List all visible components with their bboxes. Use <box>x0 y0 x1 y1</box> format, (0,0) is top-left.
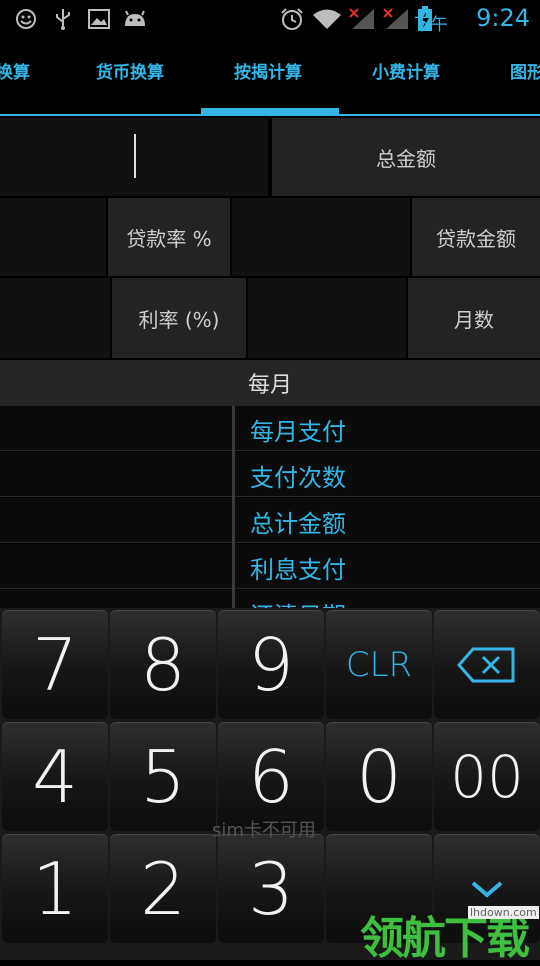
section-title: 每月 <box>0 360 540 406</box>
tab-graph[interactable]: 图形 <box>510 58 540 83</box>
interest-rate-input[interactable] <box>0 278 110 358</box>
result-row: 总计金额 <box>0 498 540 543</box>
key-0[interactable]: 0 <box>326 722 432 831</box>
loan-row: 贷款率 % 贷款金额 <box>0 198 540 276</box>
sim-unavailable-text: sim卡不可用 <box>212 820 316 841</box>
key-3[interactable]: 3 <box>218 834 324 943</box>
key-00[interactable]: 00 <box>434 722 540 831</box>
result-label: 支付次数 <box>250 464 346 492</box>
tab-conversion[interactable]: 换算 <box>0 58 30 83</box>
loan-rate-label: 贷款率 % <box>108 198 230 276</box>
key-7[interactable]: 7 <box>2 610 108 719</box>
loan-amount-input[interactable] <box>232 198 410 276</box>
result-label: 总计金额 <box>250 510 346 538</box>
total-amount-label: 总金额 <box>272 118 540 196</box>
loan-rate-input[interactable] <box>0 198 106 276</box>
key-2[interactable]: 2 <box>110 834 216 943</box>
chevron-down-icon <box>471 880 503 898</box>
result-row: 每月支付 <box>0 406 540 451</box>
clear-button[interactable]: CLR <box>326 610 432 719</box>
key-9[interactable]: 9 <box>218 610 324 719</box>
results-divider <box>232 406 235 610</box>
loan-amount-label: 贷款金额 <box>412 198 540 276</box>
usb-icon <box>52 8 74 30</box>
backspace-icon <box>457 647 515 682</box>
interest-row: 利率 (%) 月数 <box>0 278 540 358</box>
tab-bar: 换算 货币换算 按揭计算 小费计算 图形 <box>0 38 540 116</box>
status-time: 9:24 <box>476 4 530 32</box>
key-6[interactable]: 6 <box>218 722 324 831</box>
signal-icon <box>348 8 376 30</box>
result-label: 利息支付 <box>250 556 346 584</box>
backspace-button[interactable] <box>434 610 540 719</box>
status-bar: 下午 9:24 <box>0 0 540 38</box>
tab-mortgage[interactable]: 按揭计算 <box>234 58 302 83</box>
wifi-icon <box>312 8 342 30</box>
key-8[interactable]: 8 <box>110 610 216 719</box>
result-label: 每月支付 <box>250 418 346 446</box>
months-input[interactable] <box>248 278 406 358</box>
interest-rate-label: 利率 (%) <box>112 278 246 358</box>
android-icon <box>122 8 148 30</box>
tab-currency[interactable]: 货币换算 <box>96 58 164 83</box>
text-cursor <box>134 134 136 178</box>
total-amount-row: 总金额 <box>0 118 540 196</box>
key-4[interactable]: 4 <box>2 722 108 831</box>
key-1[interactable]: 1 <box>2 834 108 943</box>
key-5[interactable]: 5 <box>110 722 216 831</box>
months-label: 月数 <box>408 278 540 358</box>
tab-tip[interactable]: 小费计算 <box>372 58 440 83</box>
result-row: 支付次数 <box>0 452 540 497</box>
smiley-icon <box>14 8 38 30</box>
watermark-site: lhdown.com <box>468 906 539 919</box>
image-icon <box>88 8 110 30</box>
tab-divider <box>0 114 540 116</box>
alarm-icon <box>280 8 304 30</box>
signal-icon-2 <box>382 8 410 30</box>
status-ampm: 下午 <box>414 15 448 35</box>
result-row: 利息支付 <box>0 544 540 589</box>
